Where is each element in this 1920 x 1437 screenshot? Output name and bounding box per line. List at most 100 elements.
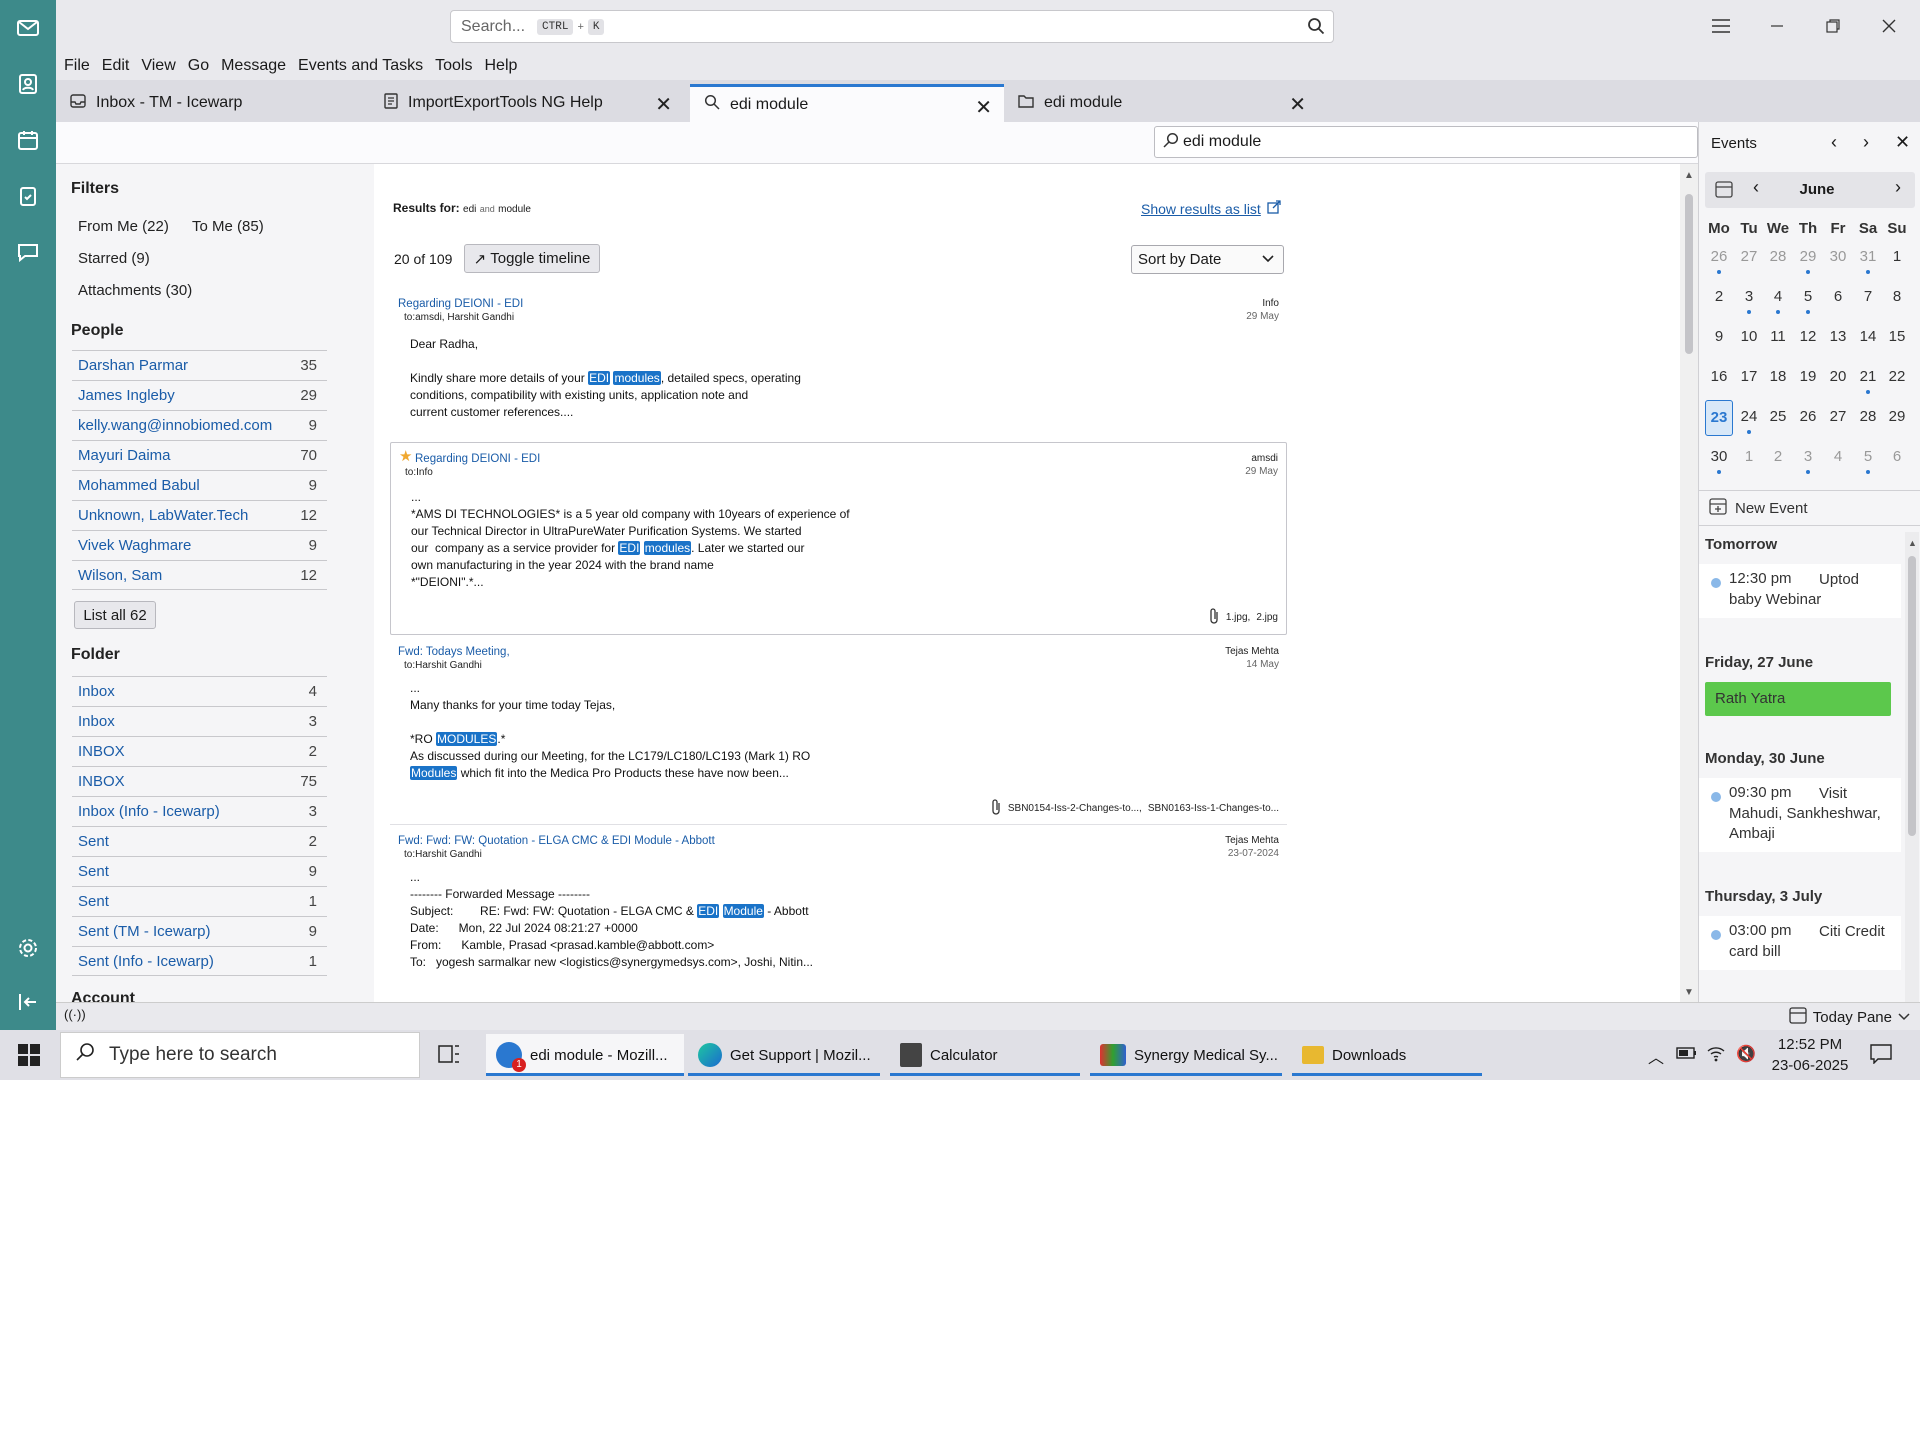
settings-icon[interactable] <box>12 932 44 964</box>
battery-icon[interactable] <box>1676 1046 1698 1065</box>
menu-file[interactable]: File <box>64 57 90 75</box>
filter-from-me[interactable]: From Me (22) <box>78 218 169 235</box>
filter-to-me[interactable]: To Me (85) <box>192 218 264 235</box>
calendar-day[interactable]: 8 <box>1883 288 1911 305</box>
menu-go[interactable]: Go <box>188 57 209 75</box>
results-scrollbar[interactable]: ▲ ▼ <box>1680 164 1698 1002</box>
calendar-day[interactable]: 11 <box>1764 328 1792 345</box>
close-tab-icon[interactable]: ✕ <box>1289 92 1306 117</box>
calendar-day[interactable]: 15 <box>1883 328 1911 345</box>
folder-item[interactable]: Sent 1 <box>72 886 327 916</box>
list-all-people-button[interactable]: List all 62 <box>74 601 156 629</box>
notifications-icon[interactable] <box>1870 1044 1892 1069</box>
calendar-day[interactable]: 3 <box>1794 448 1822 465</box>
taskbar-app-synergy[interactable]: Synergy Medical Sy... <box>1090 1034 1282 1076</box>
calendar-day[interactable]: 1 <box>1883 248 1911 265</box>
calendar-day[interactable]: 6 <box>1824 288 1852 305</box>
result-item[interactable]: Fwd: Todays Meeting, to:Harshit Gandhi T… <box>390 636 1287 826</box>
volume-muted-icon[interactable]: 🔇 <box>1736 1044 1756 1064</box>
calendar-day[interactable]: 31 <box>1854 248 1882 265</box>
calendar-day[interactable]: 20 <box>1824 368 1852 385</box>
calendar-day[interactable]: 26 <box>1705 248 1733 265</box>
previous-day-icon[interactable]: ‹ <box>1831 132 1837 153</box>
menu-tools[interactable]: Tools <box>435 57 472 75</box>
calendar-day[interactable]: 30 <box>1824 248 1852 265</box>
calendar-day[interactable]: 5 <box>1854 448 1882 465</box>
folder-item[interactable]: Sent (Info - Icewarp) 1 <box>72 946 327 976</box>
filter-attachments[interactable]: Attachments (30) <box>78 282 192 299</box>
people-item[interactable]: Darshan Parmar 35 <box>72 350 327 380</box>
folder-item[interactable]: Inbox (Info - Icewarp) 3 <box>72 796 327 826</box>
calendar-day[interactable]: 5 <box>1794 288 1822 305</box>
calendar-day[interactable]: 26 <box>1794 408 1822 425</box>
menu-edit[interactable]: Edit <box>102 57 130 75</box>
result-subject[interactable]: Regarding DEIONI - EDI <box>398 298 523 310</box>
calendar-day[interactable]: 6 <box>1883 448 1911 465</box>
calendar-day[interactable]: 10 <box>1735 328 1763 345</box>
close-tab-icon[interactable]: ✕ <box>975 95 992 120</box>
folder-item[interactable]: Inbox 3 <box>72 706 327 736</box>
people-item[interactable]: Mayuri Daima 70 <box>72 440 327 470</box>
calendar-day-today[interactable]: 23 <box>1705 400 1733 436</box>
global-search-input[interactable]: Search... CTRL + K <box>450 10 1334 43</box>
calendar-day[interactable]: 14 <box>1854 328 1882 345</box>
calendar-day[interactable]: 29 <box>1883 408 1911 425</box>
tasks-icon[interactable] <box>12 180 44 212</box>
menu-message[interactable]: Message <box>221 57 286 75</box>
calendar-day[interactable]: 2 <box>1764 448 1792 465</box>
calendar-day[interactable]: 3 <box>1735 288 1763 305</box>
search-icon[interactable] <box>1307 17 1325 40</box>
calendar-day[interactable]: 13 <box>1824 328 1852 345</box>
result-attachments[interactable]: 1.jpg, 2.jpg <box>1208 607 1278 628</box>
calendar-day[interactable]: 24 <box>1735 408 1763 425</box>
close-window-icon[interactable] <box>1874 12 1904 40</box>
taskbar-clock[interactable]: 12:52 PM 23-06-2025 <box>1770 1034 1850 1076</box>
calendar-day[interactable]: 1 <box>1735 448 1763 465</box>
tab-edi-module-folder[interactable]: edi module ✕ <box>1004 84 1318 122</box>
agenda-event[interactable]: 12:30 pm Uptod baby Webinar <box>1699 564 1901 618</box>
taskbar-search-input[interactable]: Type here to search <box>60 1032 420 1078</box>
agenda-scrollbar[interactable]: ▲ <box>1905 532 1919 1002</box>
today-pane-toggle[interactable]: Today Pane <box>1789 1006 1910 1028</box>
agenda-event[interactable]: 03:00 pm Citi Credit card bill <box>1699 916 1901 970</box>
calendar-day[interactable]: 28 <box>1854 408 1882 425</box>
scrollbar-thumb[interactable] <box>1908 556 1916 836</box>
calendar-day[interactable]: 29 <box>1794 248 1822 265</box>
chat-icon[interactable] <box>12 236 44 268</box>
menu-events-tasks[interactable]: Events and Tasks <box>298 57 423 75</box>
task-view-icon[interactable] <box>438 1044 460 1069</box>
calendar-day[interactable]: 17 <box>1735 368 1763 385</box>
calendar-day[interactable]: 30 <box>1705 448 1733 465</box>
calendar-day[interactable]: 12 <box>1794 328 1822 345</box>
star-icon[interactable]: ★ <box>399 447 412 465</box>
folder-item[interactable]: Inbox 4 <box>72 676 327 706</box>
result-subject[interactable]: Fwd: Todays Meeting, <box>398 646 510 658</box>
people-item[interactable]: Wilson, Sam 12 <box>72 560 327 590</box>
wifi-icon[interactable] <box>1706 1044 1726 1067</box>
calendar-day[interactable]: 2 <box>1705 288 1733 305</box>
close-today-pane-icon[interactable]: ✕ <box>1895 132 1910 153</box>
people-item[interactable]: Vivek Waghmare 9 <box>72 530 327 560</box>
calendar-day[interactable]: 22 <box>1883 368 1911 385</box>
calendar-day[interactable]: 19 <box>1794 368 1822 385</box>
taskbar-app-edge[interactable]: Get Support | Mozil... <box>688 1034 880 1076</box>
calendar-day[interactable]: 27 <box>1824 408 1852 425</box>
calendar-day[interactable]: 4 <box>1764 288 1792 305</box>
taskbar-app-calculator[interactable]: Calculator <box>890 1034 1080 1076</box>
folder-item[interactable]: INBOX 2 <box>72 736 327 766</box>
agenda-allday-event[interactable]: Rath Yatra <box>1705 682 1891 716</box>
menu-view[interactable]: View <box>141 57 175 75</box>
result-attachments[interactable]: SBN0154-Iss-2-Changes-to..., SBN0163-Iss-… <box>990 798 1279 819</box>
toggle-timeline-button[interactable]: ↗ Toggle timeline <box>464 244 600 273</box>
next-day-icon[interactable]: › <box>1863 132 1869 153</box>
people-item[interactable]: Mohammed Babul 9 <box>72 470 327 500</box>
menu-help[interactable]: Help <box>484 57 517 75</box>
calendar-day[interactable]: 28 <box>1764 248 1792 265</box>
folder-item[interactable]: Sent 2 <box>72 826 327 856</box>
result-subject[interactable]: Fwd: Fwd: FW: Quotation - ELGA CMC & EDI… <box>398 835 715 847</box>
windows-start-icon[interactable] <box>18 1044 40 1071</box>
calendar-day[interactable]: 27 <box>1735 248 1763 265</box>
result-item[interactable]: ★ Regarding DEIONI - EDI to:Info amsdi 2… <box>390 442 1287 635</box>
calendar-day[interactable]: 7 <box>1854 288 1882 305</box>
calendar-day[interactable]: 16 <box>1705 368 1733 385</box>
